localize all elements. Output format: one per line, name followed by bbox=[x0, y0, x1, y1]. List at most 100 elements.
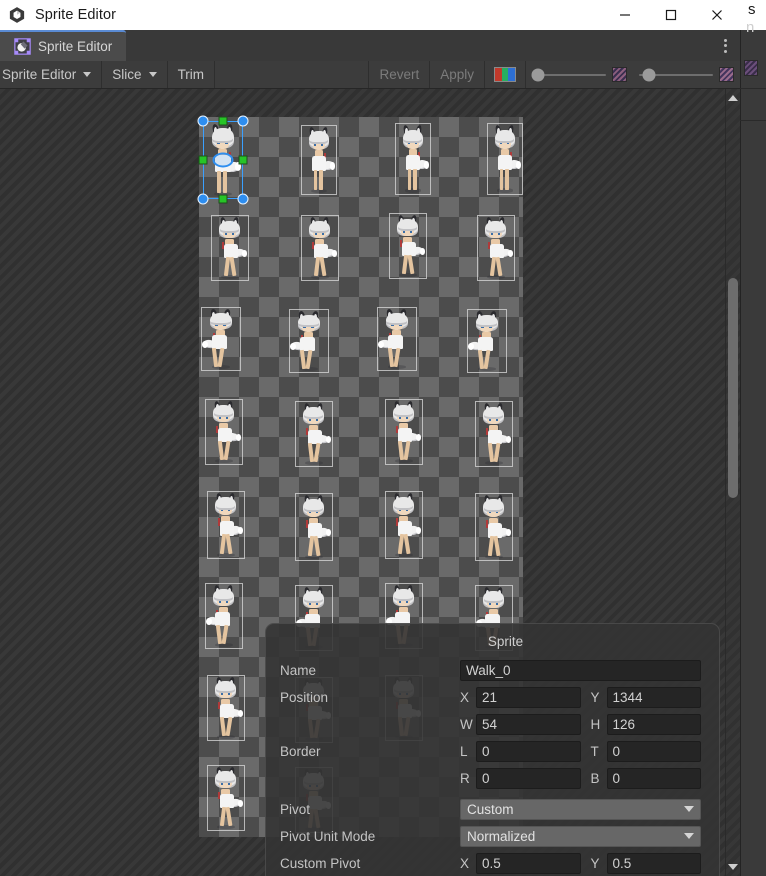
sprite-cell[interactable] bbox=[201, 307, 241, 371]
close-button[interactable] bbox=[694, 0, 740, 30]
custom-pivot-y-letter: Y bbox=[590, 855, 600, 871]
minimize-button[interactable] bbox=[602, 0, 648, 30]
trim-label: Trim bbox=[177, 67, 205, 82]
slice-dropdown[interactable]: Slice bbox=[102, 61, 168, 88]
sprite-cell[interactable] bbox=[475, 493, 513, 561]
sprite-cell[interactable] bbox=[207, 675, 245, 741]
sprite-art bbox=[396, 124, 430, 194]
tab-strip: Sprite Editor bbox=[0, 30, 740, 61]
pivot-unit-dropdown[interactable]: Normalized bbox=[460, 825, 701, 847]
sprite-cell[interactable] bbox=[205, 399, 243, 465]
zoom-slider[interactable] bbox=[639, 67, 713, 82]
border-t-input[interactable]: 0 bbox=[606, 740, 701, 762]
trim-button[interactable]: Trim bbox=[168, 61, 216, 88]
border-b-letter: B bbox=[590, 770, 600, 786]
position-w-input[interactable]: 54 bbox=[476, 713, 581, 735]
sprite-cell[interactable] bbox=[475, 401, 513, 467]
resize-handle-edge[interactable] bbox=[198, 155, 208, 165]
position-h-input[interactable]: 126 bbox=[606, 713, 701, 735]
sprite-cell[interactable] bbox=[377, 307, 417, 371]
pivot-value: Custom bbox=[467, 801, 514, 817]
position-x-input[interactable]: 21 bbox=[476, 686, 581, 708]
resize-handle-corner[interactable] bbox=[197, 193, 209, 205]
name-input[interactable]: Walk_0 bbox=[460, 659, 701, 681]
apply-label: Apply bbox=[440, 67, 474, 82]
scrollbar-thumb[interactable] bbox=[728, 277, 738, 499]
pivot-handle-icon[interactable] bbox=[212, 152, 234, 168]
more-options-icon[interactable] bbox=[716, 30, 734, 61]
resize-handle-corner[interactable] bbox=[237, 193, 249, 205]
sprite-cell[interactable] bbox=[301, 125, 337, 195]
tab-sprite-editor[interactable]: Sprite Editor bbox=[0, 30, 127, 61]
sprite-cell[interactable] bbox=[205, 583, 243, 649]
resize-handle-corner[interactable] bbox=[237, 115, 249, 127]
alpha-slider-knob[interactable] bbox=[531, 68, 545, 81]
border-b-input[interactable]: 0 bbox=[606, 767, 701, 789]
sprite-cell[interactable] bbox=[295, 493, 333, 561]
sprite-cell[interactable] bbox=[467, 309, 507, 373]
border-b-group: B 0 bbox=[581, 767, 701, 789]
tab-label: Sprite Editor bbox=[38, 39, 113, 54]
resize-handle-corner[interactable] bbox=[197, 115, 209, 127]
custom-pivot-y-group: Y 0.5 bbox=[581, 852, 701, 874]
revert-button[interactable]: Revert bbox=[369, 61, 431, 88]
apply-button[interactable]: Apply bbox=[430, 61, 485, 88]
sprite-editor-mode-dropdown[interactable]: Sprite Editor bbox=[0, 61, 103, 88]
background-divider bbox=[740, 120, 766, 121]
sprite-cell[interactable] bbox=[395, 123, 431, 195]
zoom-slider-knob[interactable] bbox=[642, 68, 656, 81]
sprite-cell[interactable] bbox=[385, 399, 423, 465]
sprite-art bbox=[386, 492, 422, 558]
resize-handle-edge[interactable] bbox=[238, 155, 248, 165]
custom-pivot-x-letter: X bbox=[460, 855, 470, 871]
sprite-editor-mode-label: Sprite Editor bbox=[2, 67, 77, 82]
background-text-fragment-bottom: n bbox=[746, 19, 755, 36]
border-r-group: R 0 bbox=[460, 767, 581, 789]
sprite-cell[interactable] bbox=[385, 491, 423, 559]
sprite-cell[interactable] bbox=[487, 123, 523, 195]
chevron-down-icon bbox=[684, 806, 694, 812]
inspector-title: Sprite bbox=[487, 634, 524, 649]
border-r-input[interactable]: 0 bbox=[476, 767, 581, 789]
sprite-inspector-panel: Sprite Name Walk_0 Position X 21 Y 1344 bbox=[265, 623, 720, 876]
maximize-button[interactable] bbox=[648, 0, 694, 30]
sprite-art bbox=[202, 308, 240, 370]
sprite-art bbox=[290, 310, 328, 372]
pivot-unit-row: Pivot Unit Mode Normalized bbox=[280, 823, 701, 849]
resize-handle-edge[interactable] bbox=[218, 116, 228, 126]
chevron-down-icon bbox=[684, 833, 694, 839]
sprite-cell[interactable] bbox=[389, 213, 427, 279]
sprite-art bbox=[302, 126, 336, 194]
sprite-art bbox=[206, 584, 242, 648]
resize-handle-edge[interactable] bbox=[218, 194, 228, 204]
position-y-input[interactable]: 1344 bbox=[606, 686, 701, 708]
sprite-cell[interactable] bbox=[301, 215, 339, 281]
position-y-group: Y 1344 bbox=[581, 686, 701, 708]
scroll-up-icon[interactable] bbox=[728, 95, 738, 101]
background-texture-swatch bbox=[744, 60, 758, 76]
sprite-cell[interactable] bbox=[295, 401, 333, 467]
border-l-input[interactable]: 0 bbox=[476, 740, 581, 762]
sprite-cell[interactable] bbox=[289, 309, 329, 373]
custom-pivot-x-input[interactable]: 0.5 bbox=[476, 852, 581, 874]
rgb-channel-button[interactable] bbox=[485, 61, 526, 88]
sprite-cell[interactable] bbox=[207, 765, 245, 831]
sprite-art bbox=[468, 310, 506, 372]
sprite-cell[interactable] bbox=[211, 215, 249, 281]
alpha-slider[interactable] bbox=[531, 67, 606, 82]
editor-window: Sprite Editor Sprite Editor Slice Trim R… bbox=[0, 30, 740, 876]
sprite-art bbox=[212, 216, 248, 280]
sprite-cell[interactable] bbox=[207, 491, 245, 559]
title-bar: Sprite Editor bbox=[0, 0, 740, 30]
chevron-down-icon bbox=[83, 72, 92, 77]
scroll-down-icon[interactable] bbox=[728, 864, 738, 870]
texture-zoom-icon bbox=[719, 67, 734, 82]
custom-pivot-y-input[interactable]: 0.5 bbox=[606, 852, 701, 874]
toolbar: Sprite Editor Slice Trim Revert Apply bbox=[0, 61, 740, 89]
vertical-scrollbar[interactable] bbox=[725, 89, 740, 876]
custom-pivot-x-group: X 0.5 bbox=[460, 852, 581, 874]
sprite-art bbox=[378, 308, 416, 370]
rgb-channel-icon bbox=[494, 67, 516, 82]
sprite-cell[interactable] bbox=[477, 215, 515, 281]
pivot-dropdown[interactable]: Custom bbox=[460, 798, 701, 820]
